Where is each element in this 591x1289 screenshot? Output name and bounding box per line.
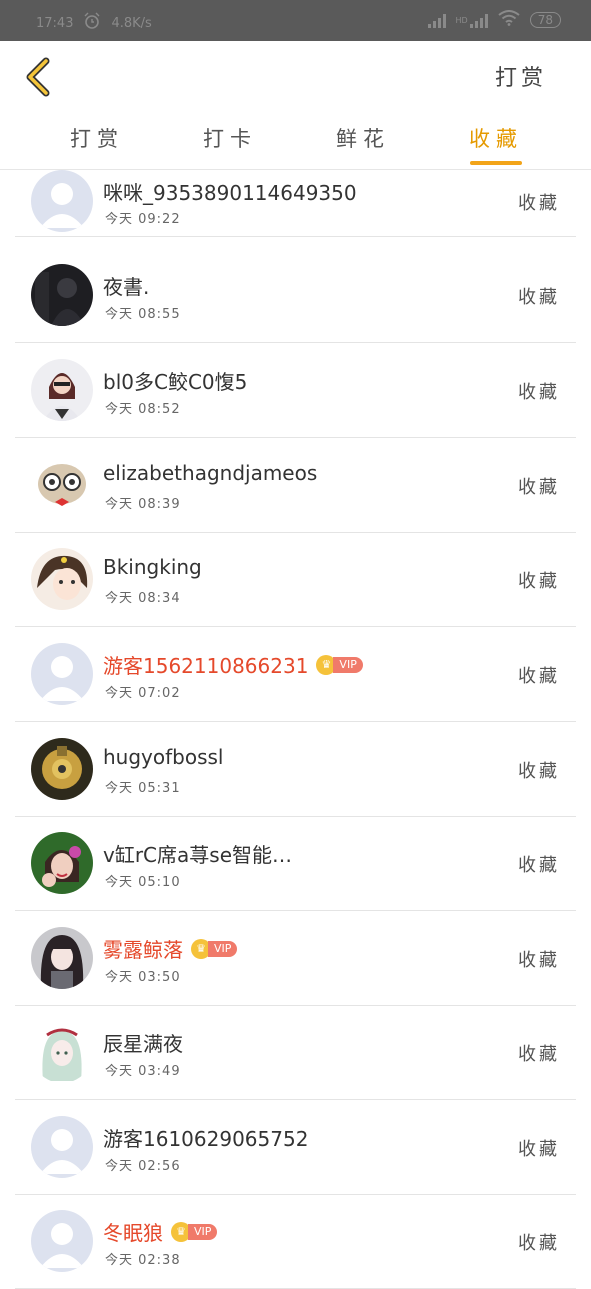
action-label: 收藏 bbox=[518, 1044, 560, 1065]
chevron-left-icon bbox=[26, 57, 50, 97]
avatar[interactable] bbox=[31, 454, 93, 516]
status-time: 17:43 bbox=[36, 15, 74, 31]
action-label: 收藏 bbox=[518, 382, 560, 403]
user-name: 辰星满夜 bbox=[103, 1028, 183, 1057]
vip-label: VIP bbox=[188, 1223, 218, 1240]
avatar[interactable] bbox=[31, 264, 93, 326]
timestamp: 今天 08:52 bbox=[105, 402, 181, 417]
vip-label: VIP bbox=[333, 656, 363, 673]
network-type: HD bbox=[455, 15, 468, 25]
action-label: 收藏 bbox=[518, 571, 560, 592]
avatar[interactable] bbox=[31, 1116, 93, 1178]
action-label: 收藏 bbox=[518, 666, 560, 687]
user-name-text: 游客1610629065752 bbox=[103, 1127, 309, 1151]
list-item[interactable]: Bkingking 今天 08:34 收藏 bbox=[15, 532, 576, 627]
user-name-text: 冬眠狼 bbox=[103, 1221, 163, 1245]
alarm-icon bbox=[83, 12, 101, 34]
user-name-text: hugyofbossl bbox=[103, 745, 224, 769]
user-name-text: v缸rC席a荨se智能… bbox=[103, 843, 293, 867]
timestamp: 今天 03:50 bbox=[105, 970, 181, 985]
avatar[interactable] bbox=[31, 170, 93, 232]
action-label: 收藏 bbox=[518, 1139, 560, 1160]
user-name: 夜書. bbox=[103, 271, 149, 300]
signal-icon bbox=[427, 12, 446, 28]
action-label: 收藏 bbox=[518, 855, 560, 876]
list-item[interactable]: elizabethagndjameos 今天 08:39 收藏 bbox=[15, 438, 576, 533]
vip-badge: ♛ VIP bbox=[171, 1221, 218, 1242]
action-label: 收藏 bbox=[518, 950, 560, 971]
top-bar: 打赏 bbox=[0, 41, 591, 111]
list-item[interactable]: 游客1562110866231 ♛ VIP 今天 07:02 收藏 bbox=[15, 627, 576, 722]
back-button[interactable] bbox=[24, 57, 54, 97]
vip-badge: ♛ VIP bbox=[191, 938, 238, 959]
user-name: 游客1610629065752 bbox=[103, 1123, 308, 1152]
list-item[interactable]: 夜書. 今天 08:55 收藏 bbox=[15, 248, 576, 343]
timestamp: 今天 09:22 bbox=[105, 212, 181, 227]
list-item[interactable]: 雾露鲸落 ♛ VIP 今天 03:50 收藏 bbox=[15, 911, 576, 1006]
network-speed: 4.8K/s bbox=[111, 15, 152, 31]
avatar[interactable] bbox=[31, 927, 93, 989]
timestamp: 今天 05:10 bbox=[105, 875, 181, 890]
user-name-text: 夜書. bbox=[103, 275, 150, 299]
avatar[interactable] bbox=[31, 643, 93, 705]
battery-indicator: 78 bbox=[529, 12, 561, 28]
user-name-text: 咪咪_9353890114649350 bbox=[103, 181, 357, 205]
user-name-text: 游客1562110866231 bbox=[103, 654, 309, 678]
user-name-text: 雾露鲸落 bbox=[103, 938, 183, 962]
action-label: 收藏 bbox=[518, 477, 560, 498]
user-name-text: 辰星满夜 bbox=[103, 1032, 183, 1056]
user-name: Bkingking bbox=[103, 555, 202, 579]
status-bar: 17:43 4.8K/s HD 78 bbox=[0, 0, 591, 41]
list-item[interactable]: 辰星满夜今天 03:49 收藏 bbox=[15, 1005, 576, 1100]
timestamp: 今天 08:34 bbox=[105, 591, 181, 606]
user-name: bl0多C鲛C0愎5 bbox=[103, 366, 247, 395]
user-name: 咪咪_9353890114649350 bbox=[103, 177, 357, 206]
list-item[interactable]: v缸rC席a荨se智能… 今天 05:10 收藏 bbox=[15, 816, 576, 911]
list-item[interactable]: bl0多C鲛C0愎5 今天 08:52 收藏 bbox=[15, 343, 576, 438]
action-label: 收藏 bbox=[518, 761, 560, 782]
user-name: v缸rC席a荨se智能… bbox=[103, 839, 292, 868]
wifi-icon bbox=[498, 10, 520, 30]
timestamp: 今天 02:56 bbox=[105, 1159, 181, 1174]
timestamp: 今天 03:49 bbox=[105, 1064, 181, 1079]
avatar[interactable] bbox=[31, 738, 93, 800]
timestamp: 今天 08:55 bbox=[105, 307, 181, 322]
signal-icon-2 bbox=[469, 12, 488, 28]
list-item[interactable]: 冬眠狼 ♛ VIP 今天 02:38 收藏 bbox=[15, 1194, 576, 1289]
avatar[interactable] bbox=[31, 1210, 93, 1272]
list-item[interactable]: 游客1610629065752 今天 02:56 收藏 bbox=[15, 1100, 576, 1195]
avatar[interactable] bbox=[31, 832, 93, 894]
vip-label: VIP bbox=[208, 940, 238, 957]
timestamp: 今天 07:02 bbox=[105, 686, 181, 701]
vip-badge: ♛ VIP bbox=[316, 654, 363, 675]
timestamp: 今天 02:38 bbox=[105, 1253, 181, 1268]
user-name-text: elizabethagndjameos bbox=[103, 461, 318, 485]
action-label: 收藏 bbox=[518, 193, 560, 214]
list-item[interactable]: hugyofbossl 今天 05:31 收藏 bbox=[15, 722, 576, 817]
avatar[interactable] bbox=[31, 1021, 93, 1083]
user-name: 雾露鲸落 ♛ VIP bbox=[103, 934, 238, 963]
user-name: 冬眠狼 ♛ VIP bbox=[103, 1217, 218, 1246]
user-name-text: bl0多C鲛C0愎5 bbox=[103, 370, 248, 394]
avatar[interactable] bbox=[31, 548, 93, 610]
user-name: 游客1562110866231 ♛ VIP bbox=[103, 650, 363, 679]
user-name: hugyofbossl bbox=[103, 745, 224, 769]
user-name-text: Bkingking bbox=[103, 555, 202, 579]
user-name: elizabethagndjameos bbox=[103, 461, 317, 485]
timestamp: 今天 05:31 bbox=[105, 781, 181, 796]
reward-button[interactable]: 打赏 bbox=[495, 60, 547, 92]
action-label: 收藏 bbox=[518, 287, 560, 308]
list-item[interactable]: 咪咪_9353890114649350 今天 09:22 收藏 bbox=[15, 142, 576, 237]
avatar[interactable] bbox=[31, 359, 93, 421]
action-label: 收藏 bbox=[518, 1233, 560, 1254]
timestamp: 今天 08:39 bbox=[105, 497, 181, 512]
